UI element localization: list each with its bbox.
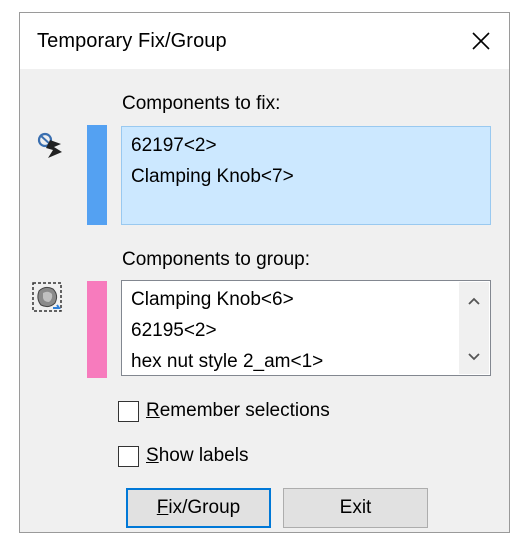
close-icon <box>472 32 490 50</box>
components-to-fix-label: Components to fix: <box>122 93 281 114</box>
temporary-fix-group-dialog: Temporary Fix/Group Components to fix: 6… <box>19 12 510 533</box>
scroll-up-button[interactable] <box>459 286 489 316</box>
components-to-group-label: Components to group: <box>122 249 311 270</box>
components-to-group-list[interactable]: Clamping Knob<6> 62195<2> hex nut style … <box>121 280 491 376</box>
fix-components-icon <box>37 132 62 158</box>
group-list-item[interactable]: Clamping Knob<6> <box>131 289 294 311</box>
exit-button-label: Exit <box>339 497 372 518</box>
close-button[interactable] <box>461 23 501 59</box>
chevron-down-icon <box>468 353 480 361</box>
fix-group-button[interactable]: Fix/Group <box>126 488 271 528</box>
group-color-bar <box>87 281 107 378</box>
fix-color-bar <box>87 125 107 225</box>
group-components-icon <box>32 282 62 312</box>
group-list-item[interactable]: hex nut style 2_am<1> <box>131 351 323 373</box>
fix-list-item[interactable]: Clamping Knob<7> <box>131 166 294 188</box>
remember-selections-label: Remember selections <box>146 400 330 421</box>
title-bar: Temporary Fix/Group <box>20 13 509 69</box>
exit-button[interactable]: Exit <box>283 488 428 528</box>
scroll-down-button[interactable] <box>459 342 489 372</box>
components-to-fix-list[interactable]: 62197<2> Clamping Knob<7> <box>121 126 491 225</box>
dialog-title: Temporary Fix/Group <box>37 30 227 52</box>
fix-list-item[interactable]: 62197<2> <box>131 135 217 157</box>
group-list-item[interactable]: 62195<2> <box>131 320 217 342</box>
remember-selections-checkbox[interactable] <box>118 400 139 422</box>
remember-selections-option[interactable]: Remember selections <box>118 400 330 422</box>
show-labels-option[interactable]: Show labels <box>118 445 248 467</box>
chevron-up-icon <box>468 297 480 305</box>
fix-group-button-label: Fix/Group <box>156 497 241 518</box>
group-list-scrollbar[interactable] <box>459 282 489 374</box>
show-labels-label: Show labels <box>146 445 249 466</box>
show-labels-checkbox[interactable] <box>118 445 139 467</box>
